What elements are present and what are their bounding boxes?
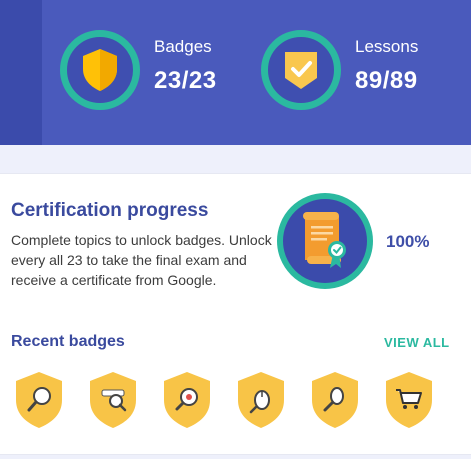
recent-badges-row [14,370,454,432]
shopping-cart-badge-icon[interactable] [384,370,434,430]
recent-badges-title: Recent badges [11,333,125,350]
lessons-count: 89/89 [355,66,418,94]
certification-title: Certification progress [11,200,209,221]
magnifier-egg-badge-icon[interactable] [310,370,360,430]
certificate-scroll-icon [303,212,346,268]
mouse-magnifier-badge-icon[interactable] [236,370,286,430]
badges-count: 23/23 [154,66,217,94]
badges-label: Badges [154,36,212,56]
certification-description: Complete topics to unlock badges. Unlock… [11,232,272,288]
shield-icon [83,49,117,91]
magnifier-target-badge-icon[interactable] [162,370,212,430]
lessons-stat: Lessons 89/89 [261,30,418,110]
certification-percent: 100% [386,232,430,251]
view-all-link[interactable]: VIEW ALL [384,335,450,350]
certification-progress-ring [277,193,373,289]
header-side-panel [0,0,42,145]
check-shield-icon [285,52,317,89]
badges-progress-ring [60,30,140,110]
magnifier-badge-icon[interactable] [14,370,64,430]
badges-stat: Badges 23/23 [60,30,217,110]
lessons-label: Lessons [355,36,419,56]
stats-header: Badges 23/23 Lessons 89/89 [0,0,471,145]
lessons-progress-ring [261,30,341,110]
search-magnifier-badge-icon[interactable] [88,370,138,430]
certification-card: Certification progress Complete topics t… [0,173,471,455]
